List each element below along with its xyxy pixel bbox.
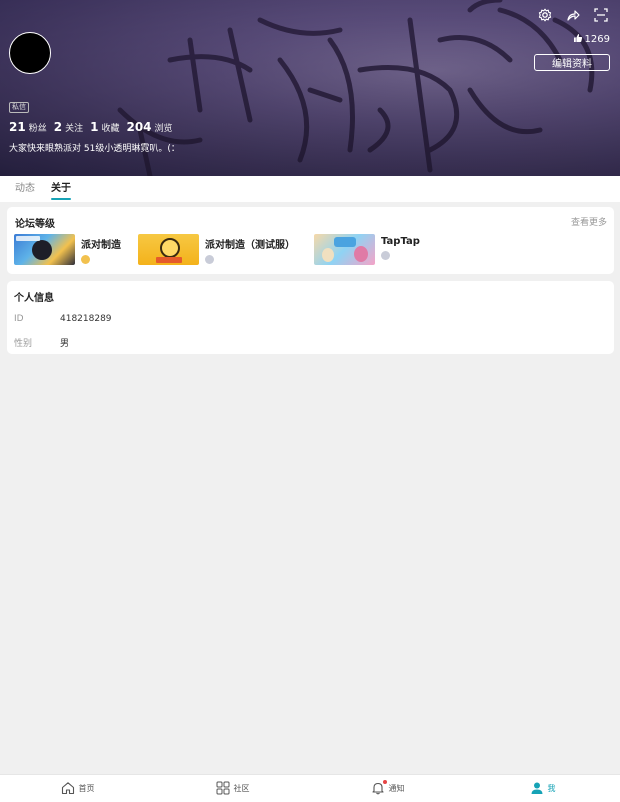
views-count: 204 xyxy=(126,120,152,134)
info-row-id: ID 418218289 xyxy=(14,314,112,324)
personal-info-title: 个人信息 xyxy=(14,293,54,304)
followers-count[interactable]: 21 xyxy=(9,120,26,134)
community-grid-icon xyxy=(216,781,230,797)
forum-level-card: 论坛等级 查看更多 派对制造 派对制造（测试服） TapTap xyxy=(7,207,614,274)
info-key: 性别 xyxy=(14,339,33,349)
private-message-tag[interactable]: 私信 xyxy=(9,102,29,113)
game-thumbnail xyxy=(138,234,199,265)
tab-about[interactable]: 关于 xyxy=(51,176,71,202)
level-badge-icon xyxy=(205,255,214,264)
nav-community[interactable]: 社区 xyxy=(155,775,310,802)
scan-icon[interactable] xyxy=(592,6,610,24)
edit-profile-button[interactable]: 编辑资料 xyxy=(534,54,610,71)
likes-number: 1269 xyxy=(584,34,610,45)
settings-gear-icon[interactable] xyxy=(536,6,554,24)
followers-label[interactable]: 粉丝 xyxy=(29,121,47,134)
nav-label: 社区 xyxy=(233,784,250,793)
nav-me[interactable]: 我 xyxy=(465,775,620,802)
top-actions xyxy=(536,6,610,24)
info-value: 男 xyxy=(60,339,70,349)
game-name: TapTap xyxy=(381,236,420,247)
profile-stats: 21 粉丝 2 关注 1 收藏 204 浏览 xyxy=(9,120,180,134)
following-label[interactable]: 关注 xyxy=(65,121,83,134)
profile-bio: 大家快来眼熟派对 51级小透明琳霓叭。(： xyxy=(9,144,180,154)
game-thumbnail xyxy=(14,234,75,265)
forum-game-item[interactable]: 派对制造（测试服） xyxy=(138,234,295,265)
favorites-count[interactable]: 1 xyxy=(90,120,98,134)
notification-dot xyxy=(382,779,387,784)
favorites-label[interactable]: 收藏 xyxy=(101,121,119,134)
home-icon xyxy=(61,781,75,797)
nav-label: 通知 xyxy=(388,784,405,793)
user-icon xyxy=(530,781,544,797)
bottom-navigation: 首页 社区 通知 我 xyxy=(0,774,620,802)
following-count[interactable]: 2 xyxy=(54,120,62,134)
thumbs-up-icon xyxy=(573,33,583,46)
forum-game-item[interactable]: 派对制造 xyxy=(14,234,121,265)
share-icon[interactable] xyxy=(564,6,582,24)
bell-icon xyxy=(371,779,387,797)
likes-count: 1269 xyxy=(573,33,610,46)
views-label: 浏览 xyxy=(154,124,173,134)
forum-level-title: 论坛等级 xyxy=(15,219,55,230)
nav-label: 首页 xyxy=(78,784,95,793)
info-key: ID xyxy=(14,314,24,324)
level-badge-icon xyxy=(381,251,390,260)
game-name: 派对制造 xyxy=(81,240,121,251)
profile-tabs: 动态 关于 xyxy=(0,176,620,202)
nav-notifications[interactable]: 通知 xyxy=(310,775,465,802)
see-more-link[interactable]: 查看更多 xyxy=(571,215,607,228)
avatar[interactable] xyxy=(9,32,51,74)
info-row-gender: 性别 男 xyxy=(14,336,69,349)
game-name: 派对制造（测试服） xyxy=(205,240,295,251)
level-badge-icon xyxy=(81,255,90,264)
tab-activity[interactable]: 动态 xyxy=(15,176,35,202)
forum-game-item[interactable]: TapTap xyxy=(314,234,420,265)
nav-label: 我 xyxy=(547,784,556,793)
game-thumbnail xyxy=(314,234,375,265)
personal-info-card: 个人信息 ID 418218289 性别 男 xyxy=(7,281,614,354)
nav-home[interactable]: 首页 xyxy=(0,775,155,802)
info-value: 418218289 xyxy=(60,314,112,324)
